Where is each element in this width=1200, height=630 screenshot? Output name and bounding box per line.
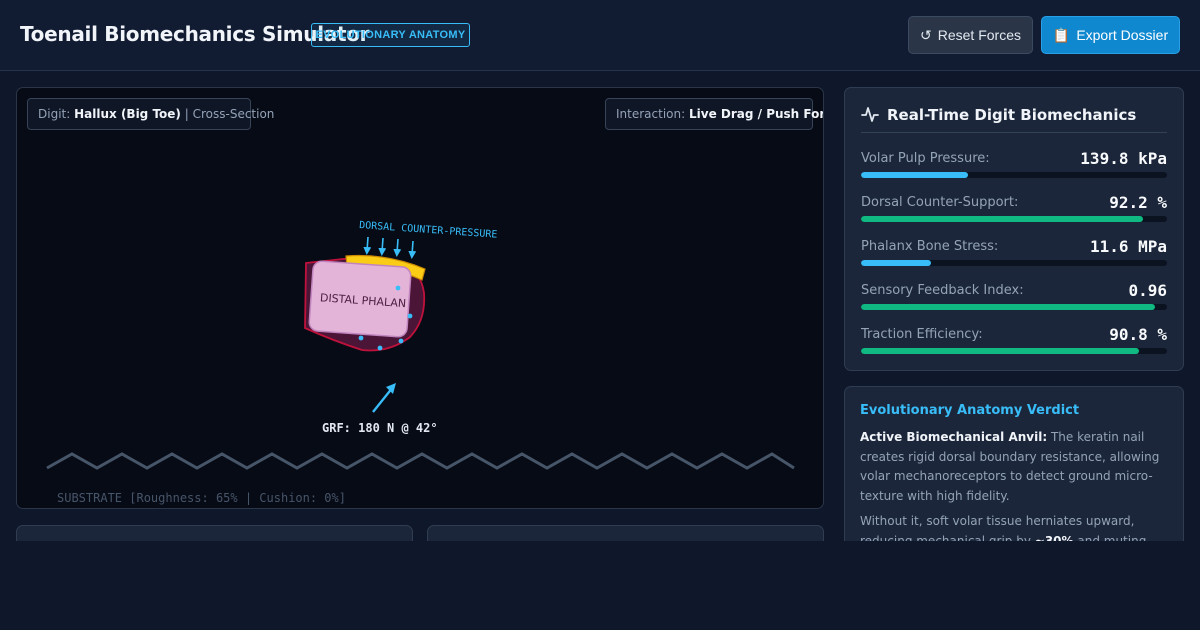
metric-volar-pulp-pressure: Volar Pulp Pressure: 139.8 kPa [861, 149, 1167, 183]
metric-traction-efficiency: Traction Efficiency: 90.8 % [861, 325, 1167, 359]
metric-value: 0.96 [1128, 281, 1167, 300]
metric-sensory-feedback-index: Sensory Feedback Index: 0.96 [861, 281, 1167, 315]
digit-chip: Digit: Hallux (Big Toe) | Cross-Section [27, 98, 274, 130]
metric-value: 90.8 % [1109, 325, 1167, 344]
verdict-paragraph-1: Active Biomechanical Anvil: The keratin … [860, 428, 1168, 506]
metric-fill-bar [861, 260, 932, 266]
verdict-p1-bold: Active Biomechanical Anvil: [860, 430, 1048, 444]
metric-value: 139.8 kPa [1080, 149, 1167, 168]
metric-fill-bar [861, 172, 969, 178]
dorsal-pressure-label: DORSAL COUNTER-PRESSURE [359, 220, 498, 241]
metric-track [861, 348, 1167, 354]
verdict-title: Evolutionary Anatomy Verdict [860, 403, 1080, 418]
grf-label: GRF: 180 N @ 42° [322, 421, 438, 435]
digit-prefix: Digit: [38, 107, 71, 121]
metric-label: Volar Pulp Pressure: [861, 151, 990, 166]
metric-label: Traction Efficiency: [861, 327, 983, 342]
reset-forces-label: Reset Forces [937, 27, 1021, 43]
metric-value: 11.6 MPa [1089, 237, 1167, 256]
export-dossier-button[interactable]: 📋 Export Dossier [1041, 16, 1180, 54]
metric-track [861, 260, 1167, 266]
digit-suffix: | Cross-Section [184, 107, 275, 121]
digit-value: Hallux (Big Toe) [74, 107, 181, 121]
app-header: Toenail Biomechanics Simulator EVOLUTION… [0, 0, 1200, 71]
metric-track [861, 304, 1167, 310]
simulation-drawing[interactable]: DORSAL COUNTER-PRESSURE DISTAL PHALAN GR… [17, 88, 824, 509]
viewport-bottom [0, 541, 1200, 630]
export-dossier-label: Export Dossier [1076, 27, 1169, 43]
metric-fill-bar [861, 348, 1139, 354]
interaction-chip: Interaction: Live Drag / Push Force [605, 98, 823, 130]
substrate-surface [46, 452, 795, 470]
clipboard-icon: 📋 [1052, 26, 1071, 43]
reset-icon: ↺ [920, 26, 932, 43]
metrics-title: Real-Time Digit Biomechanics [887, 106, 1137, 124]
metric-dorsal-counter-support: Dorsal Counter-Support: 92.2 % [861, 193, 1167, 227]
metric-label: Phalanx Bone Stress: [861, 239, 999, 254]
metric-fill-bar [861, 216, 1144, 222]
interaction-value: Live Drag / Push Force [688, 107, 823, 121]
reset-forces-button[interactable]: ↺ Reset Forces [908, 16, 1033, 54]
activity-pulse-icon [861, 107, 879, 122]
metrics-header: Real-Time Digit Biomechanics [861, 104, 1167, 133]
category-badge: EVOLUTIONARY ANATOMY [311, 23, 470, 47]
metric-track [861, 172, 1167, 178]
simulation-canvas[interactable]: DORSAL COUNTER-PRESSURE DISTAL PHALAN GR… [16, 87, 824, 509]
metric-track [861, 216, 1167, 222]
dorsal-pressure-arrows [363, 236, 417, 259]
metric-value: 92.2 % [1109, 193, 1167, 212]
metrics-panel: Real-Time Digit Biomechanics Volar Pulp … [844, 87, 1184, 371]
metric-fill-bar [861, 304, 1155, 310]
metric-label: Sensory Feedback Index: [861, 283, 1024, 298]
metric-label: Dorsal Counter-Support: [861, 195, 1019, 210]
metric-phalanx-bone-stress: Phalanx Bone Stress: 11.6 MPa [861, 237, 1167, 271]
substrate-label: SUBSTRATE [Roughness: 65% | Cushion: 0%] [57, 491, 346, 505]
interaction-prefix: Interaction: [616, 107, 686, 121]
